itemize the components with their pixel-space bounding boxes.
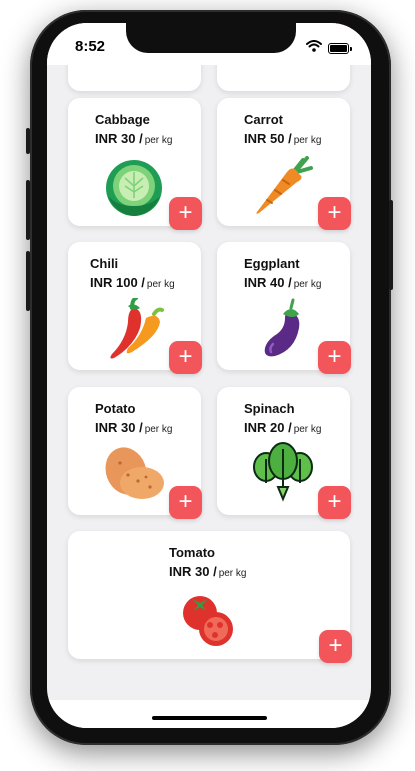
tomato-icon — [180, 591, 238, 647]
price-value: INR 40 / — [244, 275, 292, 290]
mute-switch — [26, 128, 30, 154]
spinach-icon — [252, 441, 314, 503]
product-price: INR 20 /per kg — [244, 420, 321, 435]
product-name: Tomato — [169, 545, 215, 560]
product-card-tomato[interactable]: Tomato INR 30 /per kg + — [68, 531, 352, 663]
price-unit: per kg — [218, 568, 247, 579]
price-value: INR 100 / — [90, 275, 145, 290]
product-name: Eggplant — [244, 256, 300, 271]
app-screen: + + Cabbage INR 30 /per kg — [47, 23, 371, 728]
product-price: INR 30 /per kg — [95, 131, 172, 146]
product-name: Chili — [90, 256, 119, 271]
price-unit: per kg — [144, 424, 173, 435]
product-grid: + + Cabbage INR 30 /per kg — [47, 23, 371, 728]
price-unit: per kg — [293, 135, 322, 146]
status-time: 8:52 — [75, 38, 106, 55]
add-button[interactable]: + — [319, 630, 352, 663]
potato-icon — [102, 445, 166, 503]
status-icons — [306, 39, 352, 57]
product-name: Carrot — [244, 112, 284, 127]
product-card-carrot[interactable]: Carrot INR 50 /per kg + — [217, 98, 351, 230]
price-unit: per kg — [146, 279, 175, 290]
product-price: INR 30 /per kg — [95, 420, 172, 435]
product-card-potato[interactable]: Potato INR 30 /per kg + — [68, 387, 202, 519]
wifi-icon — [306, 39, 322, 57]
carrot-icon — [253, 156, 315, 216]
add-button[interactable]: + — [318, 486, 351, 519]
product-price: INR 100 /per kg — [90, 275, 175, 290]
add-button[interactable]: + — [318, 197, 351, 230]
chili-icon — [106, 296, 164, 360]
price-unit: per kg — [293, 424, 322, 435]
product-price: INR 40 /per kg — [244, 275, 321, 290]
bottom-safe-area — [47, 700, 371, 728]
product-name: Potato — [95, 401, 136, 416]
eggplant-icon — [261, 298, 307, 360]
price-value: INR 50 / — [244, 131, 292, 146]
price-value: INR 20 / — [244, 420, 292, 435]
product-name: Spinach — [244, 401, 295, 416]
price-value: INR 30 / — [95, 420, 143, 435]
product-card-eggplant[interactable]: Eggplant INR 40 /per kg + — [217, 242, 351, 374]
price-value: INR 30 / — [169, 564, 217, 579]
add-button[interactable]: + — [169, 197, 202, 230]
price-value: INR 30 / — [95, 131, 143, 146]
product-name: Cabbage — [95, 112, 150, 127]
add-button[interactable]: + — [318, 341, 351, 374]
price-unit: per kg — [144, 135, 173, 146]
home-indicator[interactable] — [152, 716, 267, 720]
notch — [126, 23, 296, 53]
volume-down-button — [26, 251, 30, 311]
product-card-chili[interactable]: Chili INR 100 /per kg + — [68, 242, 202, 374]
product-price: INR 30 /per kg — [169, 564, 246, 579]
power-button — [389, 200, 393, 290]
volume-up-button — [26, 180, 30, 240]
price-unit: per kg — [293, 279, 322, 290]
product-card-cabbage[interactable]: Cabbage INR 30 /per kg + — [68, 98, 202, 230]
battery-icon — [328, 42, 352, 54]
cabbage-icon — [103, 156, 165, 218]
add-button[interactable]: + — [169, 341, 202, 374]
add-button[interactable]: + — [169, 486, 202, 519]
product-card-spinach[interactable]: Spinach INR 20 /per kg + — [217, 387, 351, 519]
product-price: INR 50 /per kg — [244, 131, 321, 146]
